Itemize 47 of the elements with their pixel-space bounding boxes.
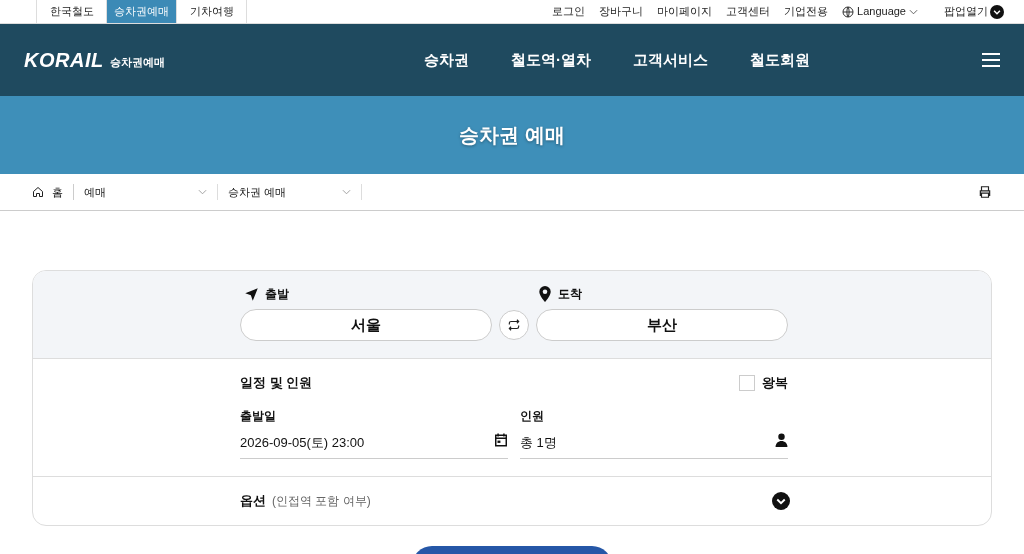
utility-link[interactable]: 로그인 — [552, 3, 586, 20]
chevron-down-icon — [342, 189, 351, 195]
utility-link[interactable]: 마이페이지 — [657, 3, 713, 20]
people-label: 인원 — [520, 407, 545, 425]
breadcrumb-dropdown[interactable]: 승차권 예매 — [218, 183, 362, 201]
utility-link[interactable]: 장바구니 — [599, 3, 644, 20]
nav-item[interactable]: 고객서비스 — [633, 48, 708, 72]
person-icon — [775, 432, 788, 447]
chevron-down-icon — [198, 189, 207, 195]
print-icon[interactable] — [978, 185, 992, 199]
date-label: 출발일 — [240, 407, 277, 425]
nav-item[interactable]: 철도회원 — [750, 48, 810, 72]
globe-icon — [842, 5, 855, 18]
chevron-down-circle-icon — [990, 4, 1004, 19]
utility-link[interactable]: 기업전용 — [784, 3, 829, 20]
logo[interactable]: KORAIL — [24, 50, 104, 70]
swap-button[interactable] — [499, 310, 529, 340]
arrival-field[interactable]: 부산 — [536, 309, 788, 341]
nav-item[interactable]: 철도역·열차 — [511, 48, 591, 72]
logo-subtitle: 승차권예매 — [109, 57, 165, 68]
page-title: 승차권 예매 — [459, 123, 565, 148]
chevron-down-icon — [909, 8, 918, 15]
site-tab[interactable]: 기차여행 — [177, 0, 247, 23]
menu-icon[interactable] — [982, 53, 1000, 67]
options-note: (인접역 포함 여부) — [272, 493, 371, 511]
departure-label: 출발 — [265, 286, 289, 303]
site-tab[interactable]: 승차권예매 — [107, 0, 177, 23]
swap-icon — [507, 318, 521, 332]
breadcrumb-dropdown[interactable]: 예매 — [74, 183, 218, 201]
section-title: 일정 및 인원 — [240, 374, 313, 392]
date-field[interactable]: 2026-09-05(토) 23:00 — [240, 432, 508, 459]
arrival-label: 도착 — [558, 286, 582, 303]
utility-link[interactable]: 고객센터 — [726, 3, 771, 20]
people-field[interactable]: 총 1명 — [520, 432, 788, 459]
popup-link[interactable]: 팝업열기 — [944, 3, 988, 20]
options-title: 옵션 — [240, 492, 266, 511]
options-toggle[interactable]: 옵션 (인접역 포함 여부) — [240, 491, 790, 511]
breadcrumb-home[interactable]: 홈 — [52, 183, 74, 201]
home-icon[interactable] — [32, 186, 44, 198]
departure-field[interactable]: 서울 — [240, 309, 492, 341]
language-link[interactable]: Language — [857, 3, 906, 20]
navigation-arrow-icon — [244, 286, 259, 302]
map-pin-icon — [538, 286, 552, 302]
nav-item[interactable]: 승차권 — [424, 48, 469, 72]
calendar-icon — [494, 432, 508, 447]
round-trip-label: 왕복 — [762, 374, 788, 392]
round-trip-checkbox[interactable] — [739, 374, 755, 391]
